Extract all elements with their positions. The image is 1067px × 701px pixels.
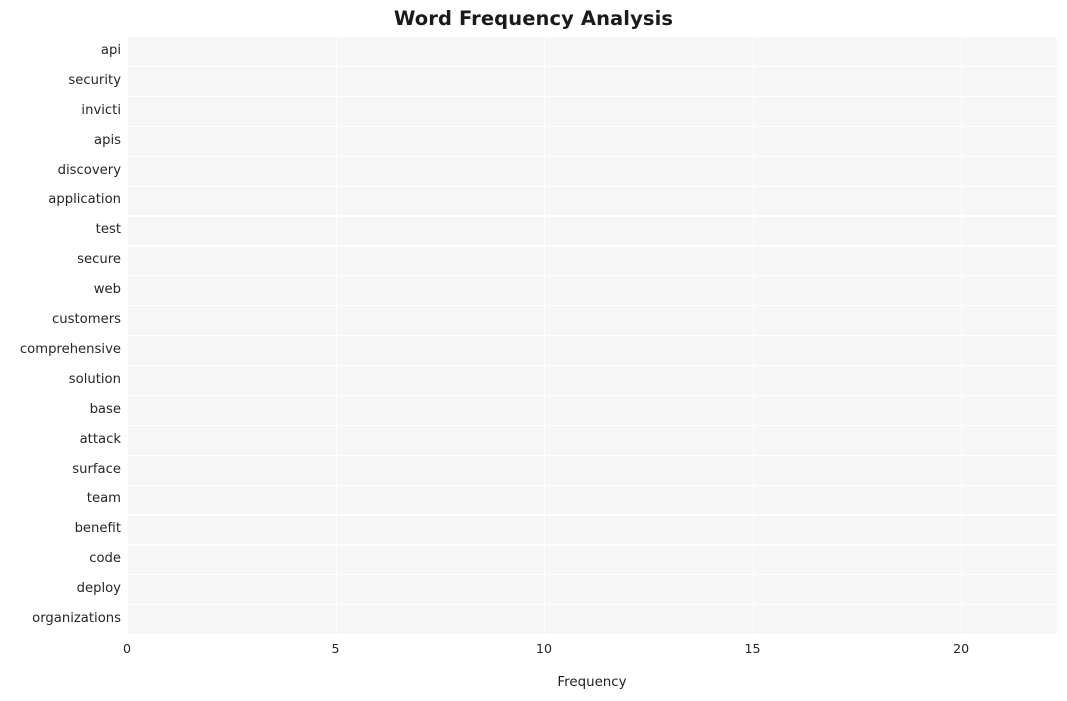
gridline-horizontal bbox=[127, 514, 1057, 516]
gridline-vertical bbox=[544, 36, 546, 634]
gridline-horizontal bbox=[127, 424, 1057, 426]
gridline-horizontal bbox=[127, 484, 1057, 486]
x-tick-label: 15 bbox=[744, 641, 761, 656]
bar-row[interactable] bbox=[127, 515, 252, 543]
gridline-horizontal bbox=[127, 454, 1057, 456]
y-tick-label: invicti bbox=[81, 102, 121, 118]
bar-row[interactable] bbox=[127, 425, 252, 453]
y-tick-label: api bbox=[100, 42, 121, 58]
bar-row[interactable] bbox=[127, 575, 252, 603]
bar-row[interactable] bbox=[127, 276, 336, 304]
bar-row[interactable] bbox=[127, 97, 669, 125]
x-tick-label: 5 bbox=[331, 641, 340, 656]
y-tick-label: test bbox=[95, 222, 121, 238]
y-tick-label: discovery bbox=[57, 162, 121, 178]
plot-area bbox=[127, 36, 1057, 636]
y-tick-label: attack bbox=[79, 431, 121, 447]
bar-row[interactable] bbox=[127, 366, 252, 394]
bar-row[interactable] bbox=[127, 37, 1044, 65]
y-tick-label: application bbox=[48, 192, 121, 208]
chart-figure: Word Frequency Analysis api security invic… bbox=[0, 0, 1067, 701]
y-tick-label: security bbox=[68, 72, 121, 88]
gridline-horizontal bbox=[127, 364, 1057, 367]
bar-row[interactable] bbox=[127, 126, 544, 154]
gridline-horizontal bbox=[127, 394, 1057, 397]
bar-row[interactable] bbox=[127, 67, 836, 95]
y-tick-label: base bbox=[89, 401, 121, 417]
bar-row[interactable] bbox=[127, 545, 252, 573]
gridline-horizontal bbox=[127, 544, 1057, 546]
bar-row[interactable] bbox=[127, 216, 336, 244]
x-tick-label: 0 bbox=[122, 641, 131, 656]
x-axis-label: Frequency bbox=[557, 675, 627, 690]
bar-row[interactable] bbox=[127, 156, 461, 184]
bar-row[interactable] bbox=[127, 485, 252, 513]
y-tick-label: comprehensive bbox=[19, 341, 121, 357]
y-tick-label: surface bbox=[72, 461, 121, 477]
bar-row[interactable] bbox=[127, 246, 336, 274]
gridline-vertical bbox=[961, 36, 963, 634]
y-tick-label: organizations bbox=[32, 611, 121, 627]
y-tick-label: apis bbox=[94, 132, 121, 148]
gridline-vertical bbox=[752, 36, 754, 634]
y-tick-label: solution bbox=[68, 371, 121, 387]
y-tick-label: code bbox=[89, 551, 121, 567]
gridline-horizontal bbox=[127, 335, 1057, 337]
bar-row[interactable] bbox=[127, 186, 377, 214]
bar-row[interactable] bbox=[127, 336, 252, 364]
x-tick-label: 10 bbox=[536, 641, 553, 656]
bar-row[interactable] bbox=[127, 605, 252, 633]
x-tick-label: 20 bbox=[953, 641, 970, 656]
y-tick-label: customers bbox=[52, 312, 121, 328]
bar-row[interactable] bbox=[127, 306, 294, 334]
gridline-horizontal bbox=[127, 574, 1057, 576]
y-tick-label: team bbox=[86, 491, 121, 507]
y-tick-label: deploy bbox=[76, 581, 121, 597]
gridline-horizontal bbox=[127, 604, 1057, 606]
bar-row[interactable] bbox=[127, 455, 252, 483]
bar-row[interactable] bbox=[127, 396, 252, 424]
gridline-horizontal bbox=[127, 634, 1057, 636]
chart-title: Word Frequency Analysis bbox=[393, 7, 674, 30]
y-tick-label: web bbox=[93, 282, 121, 298]
y-tick-label: secure bbox=[77, 252, 121, 268]
y-tick-label: benefit bbox=[74, 521, 121, 537]
